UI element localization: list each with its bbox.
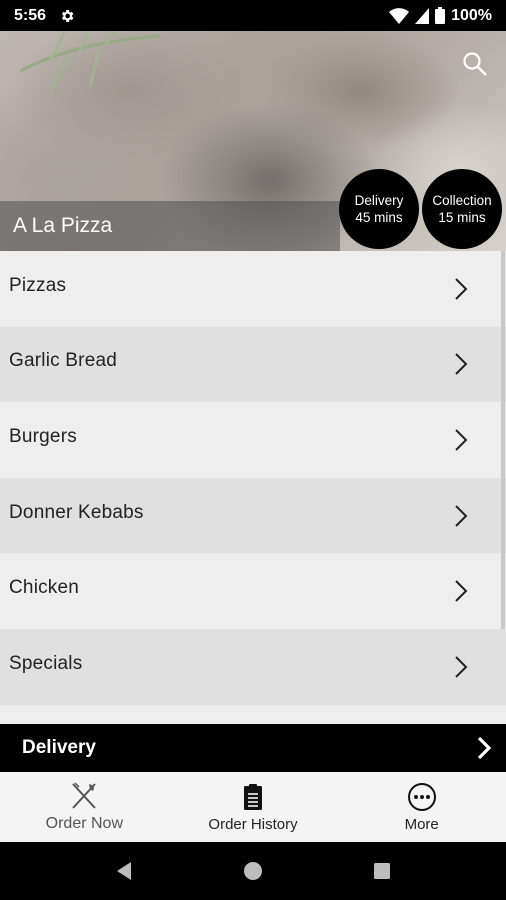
chevron-right-icon xyxy=(455,504,468,527)
menu-item-label: Chicken xyxy=(9,577,80,599)
menu-item-label: Pizzas xyxy=(9,274,67,296)
nav-label: Order History xyxy=(208,815,298,833)
nav-more[interactable]: More xyxy=(337,772,506,842)
chevron-right-icon xyxy=(455,580,468,602)
chevron-right-icon xyxy=(455,656,468,678)
status-bar: 5:56 100% xyxy=(0,0,506,31)
menu-item-burgers[interactable]: Burgers xyxy=(0,402,506,478)
nav-order-history[interactable]: Order History xyxy=(169,772,338,842)
chevron-right-icon xyxy=(477,736,492,760)
menu-item-label: Donner Kebabs xyxy=(9,501,144,523)
fork-knife-icon xyxy=(72,782,97,809)
scrollbar[interactable] xyxy=(501,251,505,629)
more-icon xyxy=(407,782,436,811)
menu-item-garlic-bread[interactable]: Garlic Bread xyxy=(0,326,506,403)
search-icon[interactable] xyxy=(462,51,488,77)
nav-label: More xyxy=(404,815,439,833)
delivery-badge-label: Delivery xyxy=(354,193,404,208)
delivery-time-badge[interactable]: Delivery 45 mins xyxy=(339,169,419,249)
chevron-right-icon xyxy=(455,429,468,451)
restaurant-name: A La Pizza xyxy=(13,214,113,237)
status-indicators: 100% xyxy=(389,7,492,25)
nav-label: Order Now xyxy=(45,815,124,832)
nav-order-now[interactable]: Order Now xyxy=(0,772,169,842)
battery-icon xyxy=(435,7,446,24)
battery-percent: 100% xyxy=(451,6,492,24)
delivery-badge-time: 45 mins xyxy=(355,210,403,225)
menu-item-partial[interactable] xyxy=(0,704,506,724)
system-nav-bar xyxy=(0,842,506,900)
restaurant-hero: A La Pizza Delivery 45 mins Collection 1… xyxy=(0,31,506,251)
menu-item-label: Specials xyxy=(9,652,83,674)
menu-item-label: Garlic Bread xyxy=(9,350,117,372)
collection-time-badge[interactable]: Collection 15 mins xyxy=(422,169,502,249)
clipboard-icon xyxy=(244,783,262,810)
wifi-icon xyxy=(389,7,410,24)
recents-icon[interactable] xyxy=(371,860,393,882)
menu-item-pizzas[interactable]: Pizzas xyxy=(0,251,506,327)
collection-badge-label: Collection xyxy=(432,193,492,208)
menu-item-label: Burgers xyxy=(9,425,77,447)
menu-item-specials[interactable]: Specials xyxy=(0,628,506,705)
back-icon[interactable] xyxy=(113,860,135,882)
order-mode-label: Delivery xyxy=(22,737,96,758)
gear-icon xyxy=(61,9,74,22)
menu-category-list[interactable]: Pizzas Garlic Bread Burgers Donner Kebab… xyxy=(0,251,506,724)
menu-item-donner-kebabs[interactable]: Donner Kebabs xyxy=(0,477,506,554)
chevron-right-icon xyxy=(455,353,468,376)
signal-icon xyxy=(415,7,430,24)
menu-item-chicken[interactable]: Chicken xyxy=(0,553,506,629)
order-mode-bar[interactable]: Delivery xyxy=(0,724,506,772)
bottom-nav: Order Now Order History More xyxy=(0,772,506,842)
status-time: 5:56 xyxy=(14,6,47,24)
home-icon[interactable] xyxy=(242,860,264,882)
chevron-right-icon xyxy=(455,278,468,300)
collection-badge-time: 15 mins xyxy=(438,210,486,225)
